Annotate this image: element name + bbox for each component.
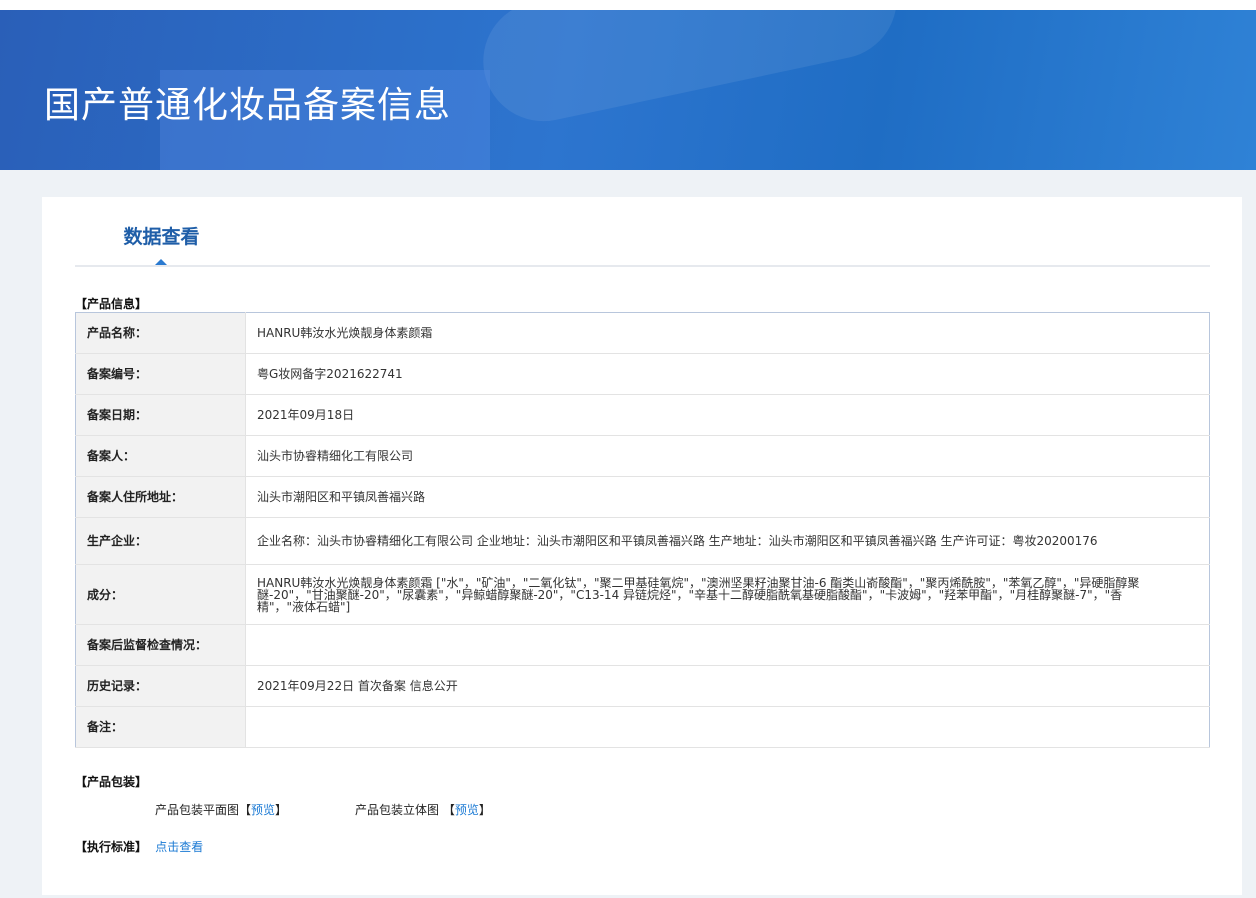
table-row: 成分： HANRU韩汝水光焕靓身体素颜霜 ["水"，"矿油"，"二氧化钛"，"聚二…: [75, 564, 1210, 625]
table-row: 备案后监督检查情况：: [75, 624, 1210, 666]
product-info-heading: 【产品信息】: [75, 297, 148, 311]
table-row: 备案人住所地址： 汕头市潮阳区和平镇凤善福兴路: [75, 476, 1210, 518]
packaging-flat-label: 产品包装平面图: [155, 803, 240, 817]
row-label: 备案人：: [75, 435, 246, 477]
row-label: 产品名称：: [75, 312, 246, 354]
row-label: 历史记录：: [75, 665, 246, 707]
row-value: 粤G妆网备字2021622741: [245, 353, 1210, 395]
page-title: 国产普通化妆品备案信息: [44, 85, 452, 126]
row-label: 备案编号：: [75, 353, 246, 395]
packaging-heading: 【产品包装】: [75, 775, 148, 789]
bracket: 】: [275, 803, 288, 817]
content-card: 数据查看 【产品信息】 产品名称： HANRU韩汝水光焕靓身体素颜霜 备案编号： 粤G…: [42, 197, 1242, 895]
preview-solid-link[interactable]: 预览: [455, 803, 479, 817]
tab-data-view[interactable]: 数据查看: [75, 221, 248, 267]
row-value: HANRU韩汝水光焕靓身体素颜霜 ["水"，"矿油"，"二氧化钛"，"聚二甲基硅…: [245, 564, 1210, 625]
tab-label: 数据查看: [123, 226, 200, 248]
row-value: 企业名称：汕头市协睿精细化工有限公司 企业地址：汕头市潮阳区和平镇凤善福兴路 生…: [245, 517, 1210, 565]
row-value: 汕头市协睿精细化工有限公司: [245, 435, 1210, 477]
tab-divider: [75, 265, 1210, 267]
packaging-solid-label: 产品包装立体图: [355, 803, 440, 817]
bracket: 【: [442, 803, 455, 817]
table-row: 历史记录： 2021年09月22日 首次备案 信息公开: [75, 665, 1210, 707]
row-value: 2021年09月22日 首次备案 信息公开: [245, 665, 1210, 707]
row-value: HANRU韩汝水光焕靓身体素颜霜: [245, 312, 1210, 354]
product-info-table: 产品名称： HANRU韩汝水光焕靓身体素颜霜 备案编号： 粤G妆网备字20216227…: [75, 312, 1210, 748]
packaging-solid: 产品包装立体图 【预览】: [355, 801, 491, 818]
row-label: 成分：: [75, 564, 246, 625]
row-value: 汕头市潮阳区和平镇凤善福兴路: [245, 476, 1210, 518]
row-label: 备案日期：: [75, 394, 246, 436]
bracket: 】: [478, 803, 491, 817]
row-value: [245, 624, 1210, 666]
row-label: 备案人住所地址：: [75, 476, 246, 518]
standard-heading-text: 【执行标准】: [75, 840, 148, 854]
table-row: 备案日期： 2021年09月18日: [75, 394, 1210, 436]
row-label: 生产企业：: [75, 517, 246, 565]
packaging-flat: 产品包装平面图【预览】: [155, 801, 287, 818]
bracket: 【: [239, 803, 252, 817]
table-row: 备案编号： 粤G妆网备字2021622741: [75, 353, 1210, 395]
row-value: 2021年09月18日: [245, 394, 1210, 436]
table-row: 生产企业： 企业名称：汕头市协睿精细化工有限公司 企业地址：汕头市潮阳区和平镇凤善…: [75, 517, 1210, 565]
standard-heading: 【执行标准】 点击查看: [75, 838, 203, 855]
table-row: 备案人： 汕头市协睿精细化工有限公司: [75, 435, 1210, 477]
row-label: 备案后监督检查情况：: [75, 624, 246, 666]
row-label: 备注：: [75, 706, 246, 748]
table-row: 备注：: [75, 706, 1210, 748]
table-row: 产品名称： HANRU韩汝水光焕靓身体素颜霜: [75, 312, 1210, 354]
row-value: [245, 706, 1210, 748]
preview-flat-link[interactable]: 预览: [251, 803, 275, 817]
view-standard-link[interactable]: 点击查看: [155, 840, 203, 854]
top-strip: [0, 0, 1256, 10]
